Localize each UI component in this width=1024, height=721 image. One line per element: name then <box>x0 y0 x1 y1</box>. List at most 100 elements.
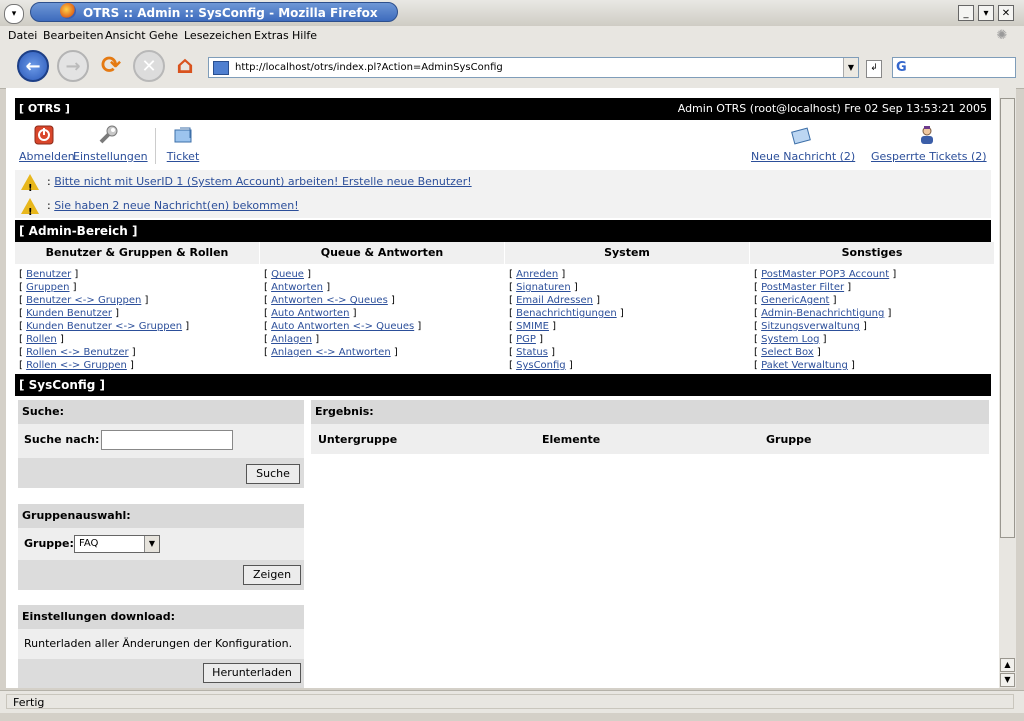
menu-hilfe[interactable]: Hilfe <box>292 29 317 42</box>
new-messages-button[interactable]: Neue Nachricht (2) <box>751 124 855 163</box>
menu-bearbeiten[interactable]: Bearbeiten <box>43 29 103 42</box>
throbber-icon: ✺ <box>996 28 1008 43</box>
admin-link[interactable]: Queue <box>271 269 304 280</box>
admin-link[interactable]: Kunden Benutzer <-> Gruppen <box>26 321 182 332</box>
warning-icon: ! <box>21 198 39 218</box>
admin-link[interactable]: Kunden Benutzer <box>26 308 112 319</box>
admin-link-item: [ Benutzer <-> Gruppen ] <box>19 295 149 306</box>
search-bar[interactable]: G <box>892 57 1016 78</box>
menu-extras[interactable]: Extras <box>254 29 289 42</box>
close-button[interactable]: ✕ <box>998 5 1014 21</box>
forward-button[interactable]: → <box>57 50 89 82</box>
admin-link-item: [ System Log ] <box>754 334 827 345</box>
admin-link[interactable]: Paket Verwaltung <box>761 360 848 371</box>
admin-link[interactable]: Benutzer <box>26 269 71 280</box>
locked-tickets-button[interactable]: Gesperrte Tickets (2) <box>871 124 987 163</box>
preferences-label: Einstellungen <box>73 150 148 163</box>
admin-link[interactable]: Status <box>516 347 548 358</box>
notice-link[interactable]: Bitte nicht mit UserID 1 (System Account… <box>54 175 471 188</box>
admin-link[interactable]: Anreden <box>516 269 558 280</box>
download-panel-heading: Einstellungen download: <box>18 605 304 629</box>
admin-link[interactable]: Rollen <-> Gruppen <box>26 360 127 371</box>
admin-link-item: [ Sitzungsverwaltung ] <box>754 321 867 332</box>
group-select[interactable]: FAQ ▼ <box>74 535 160 553</box>
admin-link[interactable]: Anlagen <box>271 334 312 345</box>
menu-lesezeichen[interactable]: Lesezeichen <box>184 29 252 42</box>
admin-link[interactable]: Gruppen <box>26 282 69 293</box>
admin-link[interactable]: Admin-Benachrichtigung <box>761 308 884 319</box>
status-text: Fertig <box>6 694 1014 709</box>
url-bar[interactable]: http://localhost/otrs/index.pl?Action=Ad… <box>208 57 859 78</box>
scroll-down-arrow[interactable]: ▼ <box>1000 673 1015 687</box>
menu-ansicht[interactable]: Ansicht <box>105 29 146 42</box>
admin-link[interactable]: Auto Antworten <-> Queues <box>271 321 414 332</box>
stop-button[interactable]: ✕ <box>133 50 165 82</box>
admin-link[interactable]: PostMaster Filter <box>761 282 844 293</box>
firefox-logo-icon <box>60 3 76 19</box>
admin-link[interactable]: Anlagen <-> Antworten <box>271 347 391 358</box>
warning-icon: ! <box>21 174 39 194</box>
show-button[interactable]: Zeigen <box>243 565 301 585</box>
admin-link[interactable]: Sitzungsverwaltung <box>761 321 860 332</box>
column-header-subgroup[interactable]: Untergruppe <box>318 433 397 446</box>
admin-link[interactable]: PGP <box>516 334 536 345</box>
search-input[interactable] <box>101 430 233 450</box>
back-button[interactable]: ← <box>17 50 49 82</box>
window-title: OTRS :: Admin :: SysConfig - Mozilla Fir… <box>30 2 398 22</box>
notice-message: : Sie haben 2 neue Nachricht(en) bekomme… <box>47 199 299 212</box>
window-menu-button[interactable]: ▾ <box>4 4 24 24</box>
page-content: [ OTRS ] Admin OTRS (root@localhost) Fre… <box>6 88 999 688</box>
admin-column-system: System [ Anreden ] [ Signaturen ] [ Emai… <box>505 242 749 372</box>
admin-link[interactable]: Benachrichtigungen <box>516 308 617 319</box>
user-icon <box>921 126 933 144</box>
admin-link[interactable]: Email Adressen <box>516 295 593 306</box>
go-button[interactable]: ↲ <box>866 60 882 78</box>
scrollbar-thumb[interactable] <box>1000 98 1015 538</box>
column-heading: Benutzer & Gruppen & Rollen <box>15 242 259 264</box>
menu-gehe[interactable]: Gehe <box>149 29 178 42</box>
admin-link[interactable]: Antworten <box>271 282 323 293</box>
admin-link[interactable]: PostMaster POP3 Account <box>761 269 889 280</box>
result-table-header: Untergruppe Elemente Gruppe <box>311 424 989 454</box>
admin-column-users: Benutzer & Gruppen & Rollen [ Benutzer ]… <box>15 242 259 372</box>
logout-button[interactable]: Abmelden <box>19 124 75 163</box>
sysconfig-section-header: [ SysConfig ] <box>15 374 991 396</box>
admin-link-item: [ PostMaster Filter ] <box>754 282 852 293</box>
admin-link[interactable]: SysConfig <box>516 360 566 371</box>
notice-link[interactable]: Sie haben 2 neue Nachricht(en) bekommen! <box>54 199 298 212</box>
admin-link[interactable]: Benutzer <-> Gruppen <box>26 295 141 306</box>
admin-link[interactable]: Signaturen <box>516 282 571 293</box>
column-header-group[interactable]: Gruppe <box>766 433 812 446</box>
admin-grid: Benutzer & Gruppen & Rollen [ Benutzer ]… <box>15 242 994 374</box>
admin-link[interactable]: SMIME <box>516 321 549 332</box>
otrs-toolbar: Abmelden Einstellungen Ticket Neue Nachr… <box>15 120 991 168</box>
admin-link[interactable]: Select Box <box>761 347 814 358</box>
preferences-button[interactable]: Einstellungen <box>73 124 148 163</box>
url-dropdown-button[interactable]: ▼ <box>843 58 858 77</box>
home-button[interactable]: ⌂ <box>169 50 201 82</box>
chevron-down-icon: ▼ <box>144 536 159 552</box>
admin-link-item: [ PGP ] <box>509 334 543 345</box>
menu-datei[interactable]: Datei <box>8 29 37 42</box>
download-panel: Einstellungen download: Runterladen alle… <box>18 605 304 688</box>
download-button[interactable]: Herunterladen <box>203 663 301 683</box>
search-button[interactable]: Suche <box>246 464 300 484</box>
admin-link[interactable]: Auto Antworten <box>271 308 349 319</box>
admin-link[interactable]: Antworten <-> Queues <box>271 295 388 306</box>
admin-link[interactable]: System Log <box>761 334 819 345</box>
column-header-elements[interactable]: Elemente <box>542 433 600 446</box>
admin-link[interactable]: Rollen <-> Benutzer <box>26 347 129 358</box>
group-label: Gruppe: <box>24 537 74 550</box>
admin-link-item: [ Anreden ] <box>509 269 566 280</box>
notice-message: : Bitte nicht mit UserID 1 (System Accou… <box>47 175 472 188</box>
search-panel-heading: Suche: <box>18 400 304 424</box>
admin-link[interactable]: GenericAgent <box>761 295 829 306</box>
vertical-scrollbar[interactable]: ▲ ▼ <box>999 88 1016 688</box>
ticket-button[interactable]: Ticket <box>163 124 203 163</box>
admin-link[interactable]: Rollen <box>26 334 57 345</box>
scroll-up-arrow[interactable]: ▲ <box>1000 658 1015 672</box>
minimize-button[interactable]: _ <box>958 5 974 21</box>
maximize-button[interactable]: ▾ <box>978 5 994 21</box>
admin-section-header: [ Admin-Bereich ] <box>15 220 991 242</box>
reload-button[interactable]: ⟳ <box>95 50 127 82</box>
